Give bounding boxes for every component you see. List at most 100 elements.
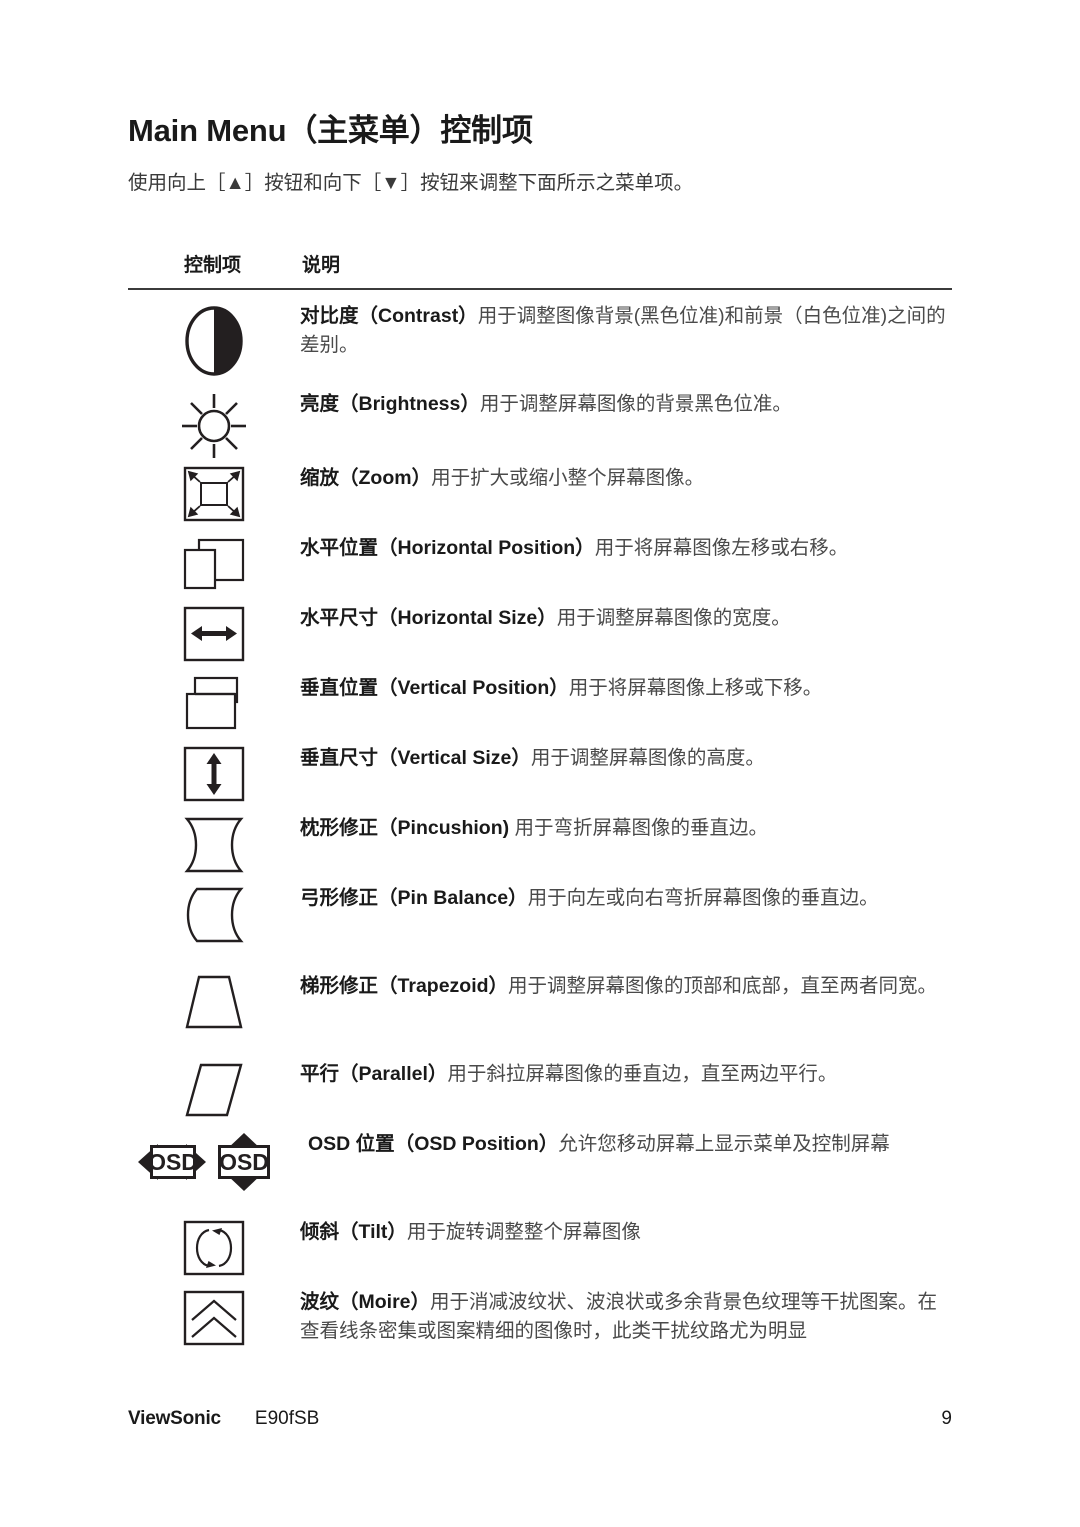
term-cn: 枕形修正 (300, 817, 379, 840)
horizontal-position-icon (183, 539, 245, 590)
contrast-icon (185, 306, 243, 377)
column-header-description: 说明 (302, 255, 341, 277)
term-desc: 用于旋转调整整个屏幕图像 (406, 1221, 641, 1244)
icon-cell (128, 812, 300, 874)
table-body: 对比度（Contrast）用于调整图像背景(黑色位准)和前景（白色位准)之间的差… (128, 290, 952, 1346)
term-desc: 用于扩大或缩小整个屏幕图像。 (431, 467, 705, 490)
table-row: 弓形修正（Pin Balance）用于向左或向右弯折屏幕图像的垂直边。 (128, 882, 952, 970)
term-en: （Moire） (339, 1291, 431, 1314)
trapezoid-icon (185, 976, 243, 1029)
term-cn: 缩放 (300, 467, 340, 490)
description-cell: 倾斜（Tilt）用于旋转调整整个屏幕图像 (300, 1216, 952, 1247)
icon-cell (128, 462, 300, 522)
icon-cell (128, 1058, 300, 1118)
description-cell: 梯形修正（Trapezoid）用于调整屏幕图像的顶部和底部，直至两者同宽。 (300, 970, 952, 1001)
term-en: （Pincushion) (378, 817, 510, 840)
svg-text:OSD: OSD (219, 1149, 269, 1175)
horizontal-size-icon (183, 607, 245, 662)
term-cn: 水平尺寸 (300, 607, 379, 630)
term-desc: 用于调整屏幕图像的背景黑色位准。 (479, 393, 792, 416)
tilt-icon (183, 1221, 245, 1276)
table-row: 平行（Parallel）用于斜拉屏幕图像的垂直边，直至两边平行。 (128, 1058, 952, 1128)
term-cn: 亮度 (300, 393, 340, 416)
table-row: 倾斜（Tilt）用于旋转调整整个屏幕图像 (128, 1216, 952, 1286)
model-name: E90fSB (254, 1408, 320, 1429)
description-cell: 平行（Parallel）用于斜拉屏幕图像的垂直边，直至两边平行。 (300, 1058, 952, 1089)
table-row: 水平尺寸（Horizontal Size）用于调整屏幕图像的宽度。 (128, 602, 952, 672)
term-en: （OSD Position） (394, 1133, 559, 1156)
term-desc: 用于调整屏幕图像的宽度。 (556, 607, 791, 630)
table-header-row: 控制项 说明 (128, 250, 952, 288)
term-en: （Vertical Size） (378, 747, 531, 770)
term-desc: 用于将屏幕图像左移或右移。 (594, 537, 849, 560)
table-row: 枕形修正（Pincushion) 用于弯折屏幕图像的垂直边。 (128, 812, 952, 882)
moire-icon (183, 1291, 245, 1346)
description-cell: 波纹（Moire）用于消减波纹状、波浪状或多余背景色纹理等干扰图案。在查看线条密… (300, 1286, 952, 1346)
table-row: 亮度（Brightness）用于调整屏幕图像的背景黑色位准。 (128, 388, 952, 462)
table-row: 垂直位置（Vertical Position）用于将屏幕图像上移或下移。 (128, 672, 952, 742)
table-row: 水平位置（Horizontal Position）用于将屏幕图像左移或右移。 (128, 532, 952, 602)
term-desc: 允许您移动屏幕上显示菜单及控制屏幕 (558, 1133, 890, 1156)
table-row: 垂直尺寸（Vertical Size）用于调整屏幕图像的高度。 (128, 742, 952, 812)
table-row: 波纹（Moire）用于消减波纹状、波浪状或多余背景色纹理等干扰图案。在查看线条密… (128, 1286, 952, 1346)
icon-cell (128, 300, 300, 378)
description-cell: 缩放（Zoom）用于扩大或缩小整个屏幕图像。 (300, 462, 952, 493)
table-row: 缩放（Zoom）用于扩大或缩小整个屏幕图像。 (128, 462, 952, 532)
intro-paragraph: 使用向上［▲］按钮和向下［▼］按钮来调整下面所示之菜单项。 (128, 172, 694, 195)
term-cn: 弓形修正 (300, 887, 379, 910)
term-en: （Pin Balance） (378, 887, 528, 910)
description-cell: 枕形修正（Pincushion) 用于弯折屏幕图像的垂直边。 (300, 812, 952, 843)
description-cell: 水平位置（Horizontal Position）用于将屏幕图像左移或右移。 (300, 532, 952, 563)
zoom-icon (183, 467, 245, 522)
term-en: （Zoom） (339, 467, 432, 490)
brand-name: ViewSonic (128, 1408, 221, 1429)
table-row: 梯形修正（Trapezoid）用于调整屏幕图像的顶部和底部，直至两者同宽。 (128, 970, 952, 1058)
term-cn: 平行 (300, 1063, 340, 1086)
term-cn: OSD 位置 (308, 1133, 395, 1156)
icon-cell (128, 1286, 300, 1346)
page-footer: ViewSonic E90fSB 9 (128, 1408, 952, 1430)
table-row: 对比度（Contrast）用于调整图像背景(黑色位准)和前景（白色位准)之间的差… (128, 300, 952, 388)
icon-cell (128, 388, 300, 460)
description-cell: 弓形修正（Pin Balance）用于向左或向右弯折屏幕图像的垂直边。 (300, 882, 952, 913)
description-cell: 对比度（Contrast）用于调整图像背景(黑色位准)和前景（白色位准)之间的差… (300, 300, 952, 360)
term-cn: 梯形修正 (300, 975, 379, 998)
term-cn: 水平位置 (300, 537, 379, 560)
icon-cell (128, 602, 300, 662)
term-en: （Brightness） (339, 393, 480, 416)
parallel-icon (185, 1064, 243, 1117)
pincushion-icon (184, 818, 244, 873)
icon-cell: OSD OSD (128, 1128, 308, 1192)
page-title: Main Menu（主菜单）控制项 (128, 113, 533, 148)
brightness-icon (182, 394, 246, 459)
table-row: OSD OSD OSD 位置（OSD Position）允许您移动屏幕上显示菜单… (128, 1128, 952, 1216)
control-table: 控制项 说明 对比度（Contrast）用于调整图像背景(黑色位准)和前景（白色… (128, 250, 952, 1346)
osd-position-icon: OSD OSD (138, 1133, 270, 1192)
term-cn: 倾斜 (300, 1221, 340, 1244)
term-desc: 用于弯折屏幕图像的垂直边。 (509, 817, 769, 840)
term-desc: 用于调整屏幕图像的高度。 (530, 747, 765, 770)
term-en: （Trapezoid） (378, 975, 509, 998)
icon-cell (128, 742, 300, 802)
pin-balance-icon (186, 888, 244, 943)
term-cn: 垂直位置 (300, 677, 379, 700)
term-en: （Parallel） (339, 1063, 448, 1086)
term-cn: 垂直尺寸 (300, 747, 379, 770)
description-cell: OSD 位置（OSD Position）允许您移动屏幕上显示菜单及控制屏幕 (308, 1128, 952, 1159)
icon-cell (128, 882, 300, 944)
icon-cell (128, 672, 300, 732)
page-content: Main Menu（主菜单）控制项 使用向上［▲］按钮和向下［▼］按钮来调整下面… (128, 112, 952, 1346)
term-cn: 对比度 (300, 305, 359, 328)
icon-cell (128, 532, 300, 592)
term-desc: 用于向左或向右弯折屏幕图像的垂直边。 (527, 887, 879, 910)
term-en: （Horizontal Size） (378, 607, 557, 630)
term-desc: 用于斜拉屏幕图像的垂直边，直至两边平行。 (447, 1063, 838, 1086)
description-cell: 亮度（Brightness）用于调整屏幕图像的背景黑色位准。 (300, 388, 952, 419)
icon-cell (128, 1216, 300, 1276)
vertical-size-icon (183, 747, 245, 802)
term-cn: 波纹 (300, 1291, 340, 1314)
page-number: 9 (941, 1408, 952, 1429)
description-cell: 水平尺寸（Horizontal Size）用于调整屏幕图像的宽度。 (300, 602, 952, 633)
term-en: （Tilt） (339, 1221, 407, 1244)
svg-text:OSD: OSD (148, 1149, 198, 1175)
